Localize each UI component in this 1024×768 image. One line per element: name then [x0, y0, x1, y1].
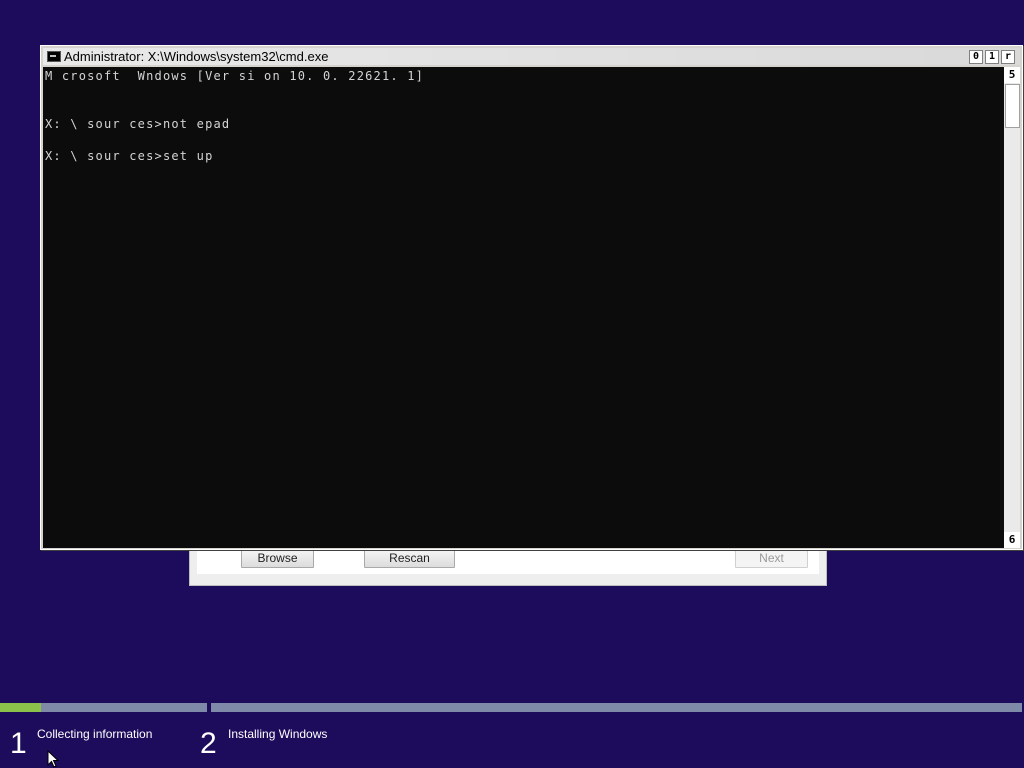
step-1-label: Collecting information: [37, 727, 153, 741]
desktop-background: Browse Rescan Next Administrator: X:\Win…: [0, 0, 1024, 768]
next-button[interactable]: Next: [735, 549, 808, 568]
browse-button[interactable]: Browse: [241, 549, 314, 568]
vertical-scrollbar[interactable]: 5 6: [1004, 67, 1020, 548]
step-2-label: Installing Windows: [228, 727, 328, 741]
progress-segment-collecting: [0, 703, 207, 712]
step-2-number: 2: [200, 727, 217, 760]
console-line-setup: X: \ sour ces>set up: [45, 149, 214, 163]
console-line-notepad: X: \ sour ces>not epad: [45, 117, 231, 131]
setup-progress-bar: [0, 703, 1024, 712]
window-title: Administrator: X:\Windows\system32\cmd.e…: [64, 49, 329, 64]
close-button[interactable]: r: [1001, 50, 1015, 64]
maximize-button[interactable]: 1: [985, 50, 999, 64]
mouse-cursor-icon: [47, 750, 59, 768]
progress-segment-installing: [211, 703, 1022, 712]
scroll-up-button[interactable]: 5: [1004, 67, 1020, 83]
step-1-number: 1: [10, 727, 27, 760]
rescan-button[interactable]: Rescan: [364, 549, 455, 568]
scroll-thumb[interactable]: [1005, 84, 1020, 128]
minimize-button[interactable]: 0: [969, 50, 983, 64]
progress-fill: [0, 703, 42, 712]
cmd-titlebar[interactable]: Administrator: X:\Windows\system32\cmd.e…: [43, 48, 1020, 65]
cmd-window: Administrator: X:\Windows\system32\cmd.e…: [40, 45, 1023, 550]
console-line-version: M crosoft Wndows [Ver si on 10. 0. 22621…: [45, 69, 425, 83]
console-output[interactable]: M crosoft Wndows [Ver si on 10. 0. 22621…: [43, 67, 1004, 548]
cmd-app-icon[interactable]: [47, 51, 61, 62]
scroll-down-button[interactable]: 6: [1004, 532, 1020, 548]
